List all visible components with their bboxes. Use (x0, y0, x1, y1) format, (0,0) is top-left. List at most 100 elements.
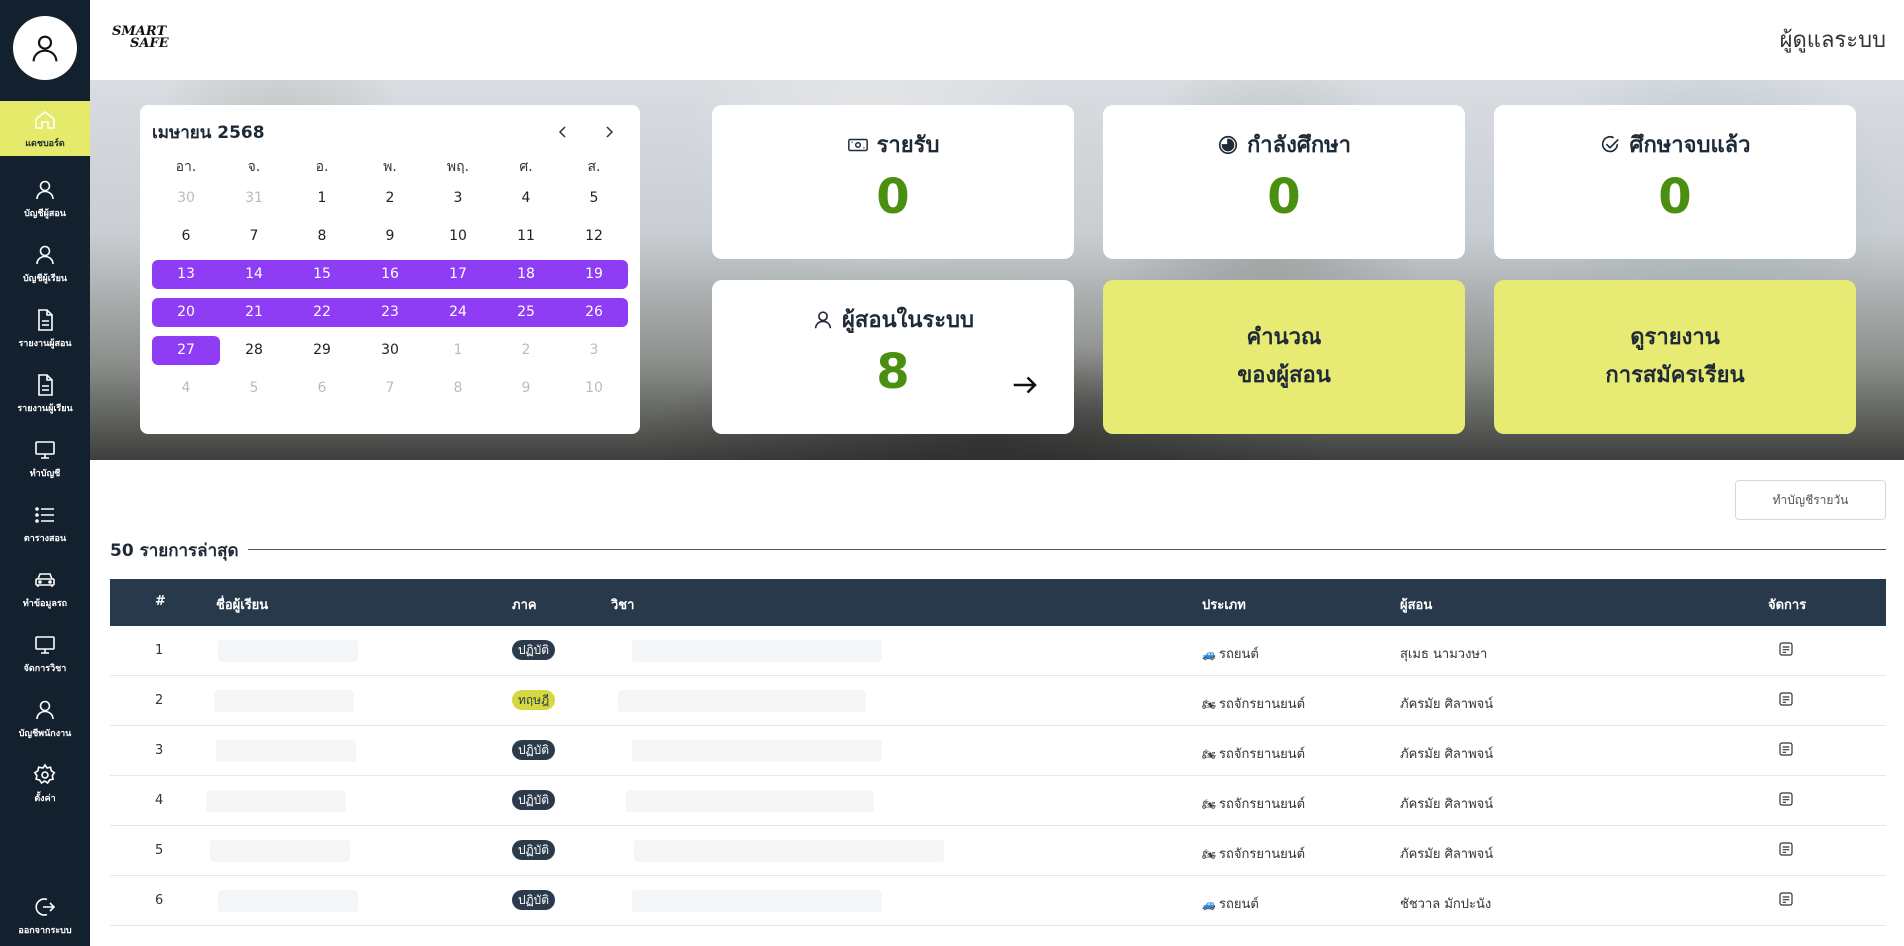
calendar-day-selected[interactable]: 21 (220, 297, 288, 327)
calendar-day[interactable]: 2 (492, 336, 560, 365)
calendar-day-selected[interactable]: 13 (152, 259, 220, 289)
row-num: 5 (155, 843, 164, 858)
calendar-prev-button[interactable] (552, 121, 574, 143)
gear-icon (33, 763, 56, 784)
note-icon[interactable] (1778, 691, 1796, 709)
calendar-day[interactable]: 9 (356, 222, 424, 251)
calendar-day[interactable]: 11 (492, 222, 560, 251)
calendar-day[interactable]: 30 (152, 184, 220, 213)
calendar-day-selected[interactable]: 20 (152, 297, 220, 327)
col-type: ประเภท (1202, 598, 1246, 613)
instructors-card[interactable]: ผู้สอนในระบบ 8 (712, 280, 1074, 434)
brand-logo[interactable]: SMART SAFE (112, 25, 169, 51)
calendar-day[interactable]: 30 (356, 336, 424, 365)
calendar-day[interactable]: 4 (152, 374, 220, 403)
calendar-day[interactable]: 7 (356, 374, 424, 403)
sidebar-item-instructor-accounts[interactable]: บัญชีผู้สอน (0, 166, 90, 231)
calendar-day[interactable]: 3 (560, 336, 628, 365)
teacher-cell: ชัชวาล มักปะนัง (1400, 897, 1492, 912)
income-title: รายรับ (876, 133, 940, 158)
calc-line1: คำนวณ (1246, 325, 1322, 350)
arrow-right-icon[interactable] (1010, 370, 1040, 408)
calendar-day[interactable]: 29 (288, 336, 356, 365)
calendar-day-selected[interactable]: 27 (152, 335, 220, 365)
sidebar-item-label: ตารางสอน (23, 533, 67, 544)
note-icon[interactable] (1778, 891, 1796, 909)
graduated-card: ศึกษาจบแล้ว 0 (1494, 105, 1856, 259)
note-icon[interactable] (1778, 791, 1796, 809)
sidebar-item-schedule[interactable]: ตารางสอน (0, 491, 90, 556)
sidebar-item-instructor-report[interactable]: รายงานผู้สอน (0, 296, 90, 361)
registration-report-button[interactable]: ดูรายงาน การสมัครเรียน (1494, 280, 1856, 434)
document-icon (38, 373, 53, 396)
note-icon[interactable] (1778, 641, 1796, 659)
calendar-day-selected[interactable]: 25 (492, 297, 560, 327)
top-header: SMART SAFE ผู้ดูแลระบบ (90, 0, 1904, 80)
calendar-day-selected[interactable]: 24 (424, 297, 492, 327)
calendar-day[interactable]: 6 (152, 222, 220, 251)
name-placeholder (218, 640, 358, 662)
calendar-day[interactable]: 6 (288, 374, 356, 403)
calendar-day-selected[interactable]: 18 (492, 259, 560, 289)
type-cell: 🚙 รถยนต์ (1202, 893, 1259, 914)
row-num: 1 (155, 643, 164, 658)
calendar-day[interactable]: 7 (220, 222, 288, 251)
calendar-day-selected[interactable]: 26 (560, 297, 628, 327)
sidebar-item-staff-accounts[interactable]: บัญชีพนักงาน (0, 686, 90, 751)
calendar: เมษายน 2568 อา. จ. อ. พ. พฤ. ศ. ส. 30 31… (140, 105, 640, 434)
calendar-day[interactable]: 5 (560, 184, 628, 213)
monitor-icon (35, 635, 55, 654)
calendar-day[interactable]: 1 (424, 336, 492, 365)
hero-banner: เมษายน 2568 อา. จ. อ. พ. พฤ. ศ. ส. 30 31… (90, 80, 1904, 460)
note-icon[interactable] (1778, 741, 1796, 759)
calendar-day[interactable]: 31 (220, 184, 288, 213)
sidebar-item-vehicle-data[interactable]: ทำข้อมูลรถ (0, 556, 90, 621)
calendar-day[interactable]: 9 (492, 374, 560, 403)
divider (248, 549, 1886, 550)
sidebar-item-manage-subjects[interactable]: จัดการวิชา (0, 621, 90, 686)
calendar-day-selected[interactable]: 22 (288, 297, 356, 327)
recent-title: 50 รายการล่าสุด (110, 541, 239, 561)
sidebar-item-student-accounts[interactable]: บัญชีผู้เรียน (0, 231, 90, 296)
note-icon[interactable] (1778, 841, 1796, 859)
calendar-day-selected[interactable]: 17 (424, 259, 492, 289)
calendar-day[interactable]: 4 (492, 184, 560, 213)
instructors-card-title: ผู้สอนในระบบ (712, 302, 1074, 337)
avatar[interactable] (13, 16, 77, 80)
calculate-instructor-button[interactable]: คำนวณ ของผู้สอน (1103, 280, 1465, 434)
recent-table: # ชื่อผู้เรียน ภาค วิชา ประเภท ผู้สอน จั… (110, 579, 1886, 926)
sidebar-item-student-report[interactable]: รายงานผู้เรียน (0, 361, 90, 426)
calendar-day[interactable]: 5 (220, 374, 288, 403)
logout-button[interactable]: ออกจากระบบ (0, 895, 90, 937)
calendar-day-selected[interactable]: 15 (288, 259, 356, 289)
sidebar-item-dashboard[interactable]: แดชบอร์ด (0, 101, 90, 156)
table-row: 1 ปฏิบัติ 🚙 รถยนต์ สุเมธ นามวงษา (110, 626, 1886, 676)
daily-accounting-button[interactable]: ทำบัญชีรายวัน (1735, 480, 1886, 520)
document-icon (38, 308, 53, 331)
income-value: 0 (876, 169, 910, 225)
calendar-day[interactable]: 8 (288, 222, 356, 251)
calendar-day-selected[interactable]: 23 (356, 297, 424, 327)
graduated-title: ศึกษาจบแล้ว (1629, 133, 1751, 158)
calendar-day[interactable]: 3 (424, 184, 492, 213)
teacher-cell: สุเมธ นามวงษา (1400, 647, 1488, 662)
calendar-day[interactable]: 12 (560, 222, 628, 251)
sidebar-item-accounting[interactable]: ทำบัญชี (0, 426, 90, 491)
sidebar-item-settings[interactable]: ตั้งค่า (0, 751, 90, 816)
teacher-cell: ภัครมัย ศิลาพจน์ (1400, 797, 1494, 812)
calendar-day[interactable]: 2 (356, 184, 424, 213)
calendar-day[interactable]: 1 (288, 184, 356, 213)
calendar-day[interactable]: 10 (560, 374, 628, 403)
subject-placeholder (632, 890, 882, 912)
logo-line2: SAFE (130, 36, 169, 51)
calendar-day-selected[interactable]: 19 (560, 259, 628, 289)
calendar-day[interactable]: 10 (424, 222, 492, 251)
calendar-day-selected[interactable]: 14 (220, 259, 288, 289)
calendar-day[interactable]: 8 (424, 374, 492, 403)
calendar-day[interactable]: 28 (220, 336, 288, 365)
teacher-cell: ภัครมัย ศิลาพจน์ (1400, 747, 1494, 762)
sidebar-item-label: รายงานผู้เรียน (17, 403, 73, 414)
calendar-day-selected[interactable]: 16 (356, 259, 424, 289)
calendar-next-button[interactable] (598, 121, 620, 143)
car-icon: 🚙 (1202, 648, 1216, 661)
